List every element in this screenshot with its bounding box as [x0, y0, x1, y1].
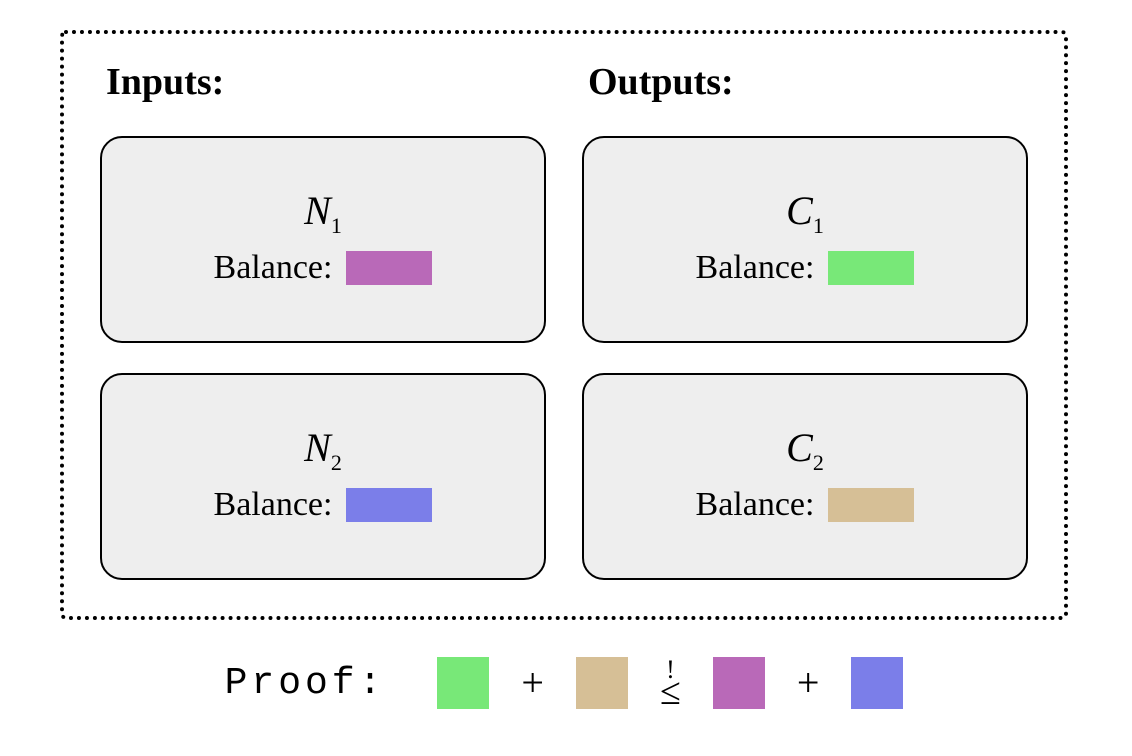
- outputs-header: Outputs:: [582, 62, 1028, 104]
- proof-row: Proof: + ! ≤ +: [60, 648, 1068, 718]
- balance-swatch: [346, 488, 432, 522]
- proof-swatch-4: [851, 657, 903, 709]
- balance-label: Balance:: [696, 249, 815, 287]
- balance-label: Balance:: [696, 486, 815, 524]
- note-id-subscript: 2: [813, 450, 824, 475]
- inputs-header: Inputs:: [100, 62, 546, 104]
- note-id-letter: N: [304, 425, 331, 470]
- balance-swatch: [346, 251, 432, 285]
- note-id-letter: C: [786, 188, 813, 233]
- note-id: C1: [786, 191, 824, 237]
- proof-swatch-2: [576, 657, 628, 709]
- proof-swatch-1: [437, 657, 489, 709]
- balance-swatch: [828, 488, 914, 522]
- note-id: N1: [304, 191, 342, 237]
- columns: Inputs: N1 Balance: N2 Balance:: [64, 34, 1064, 616]
- note-id-letter: C: [786, 425, 813, 470]
- proof-swatch-3: [713, 657, 765, 709]
- plus-icon: +: [797, 663, 820, 703]
- note-id: C2: [786, 428, 824, 474]
- plus-icon: +: [521, 663, 544, 703]
- must-leq-icon: ! ≤: [660, 661, 681, 706]
- balance-row: Balance:: [214, 249, 433, 287]
- transaction-box: Inputs: N1 Balance: N2 Balance:: [60, 30, 1068, 620]
- balance-label: Balance:: [214, 486, 333, 524]
- balance-label: Balance:: [214, 249, 333, 287]
- note-id-subscript: 2: [331, 450, 342, 475]
- outputs-column: Outputs: C1 Balance: C2 Balance:: [582, 62, 1028, 580]
- leq-icon: ≤: [660, 679, 681, 706]
- proof-label: Proof:: [225, 662, 386, 705]
- balance-row: Balance:: [696, 486, 915, 524]
- input-note-1: N1 Balance:: [100, 136, 546, 343]
- diagram-root: Inputs: N1 Balance: N2 Balance:: [0, 0, 1132, 756]
- inputs-column: Inputs: N1 Balance: N2 Balance:: [100, 62, 546, 580]
- input-note-2: N2 Balance:: [100, 373, 546, 580]
- balance-row: Balance:: [214, 486, 433, 524]
- balance-row: Balance:: [696, 249, 915, 287]
- note-id-letter: N: [304, 188, 331, 233]
- note-id: N2: [304, 428, 342, 474]
- balance-swatch: [828, 251, 914, 285]
- note-id-subscript: 1: [331, 213, 342, 238]
- output-note-2: C2 Balance:: [582, 373, 1028, 580]
- note-id-subscript: 1: [813, 213, 824, 238]
- output-note-1: C1 Balance:: [582, 136, 1028, 343]
